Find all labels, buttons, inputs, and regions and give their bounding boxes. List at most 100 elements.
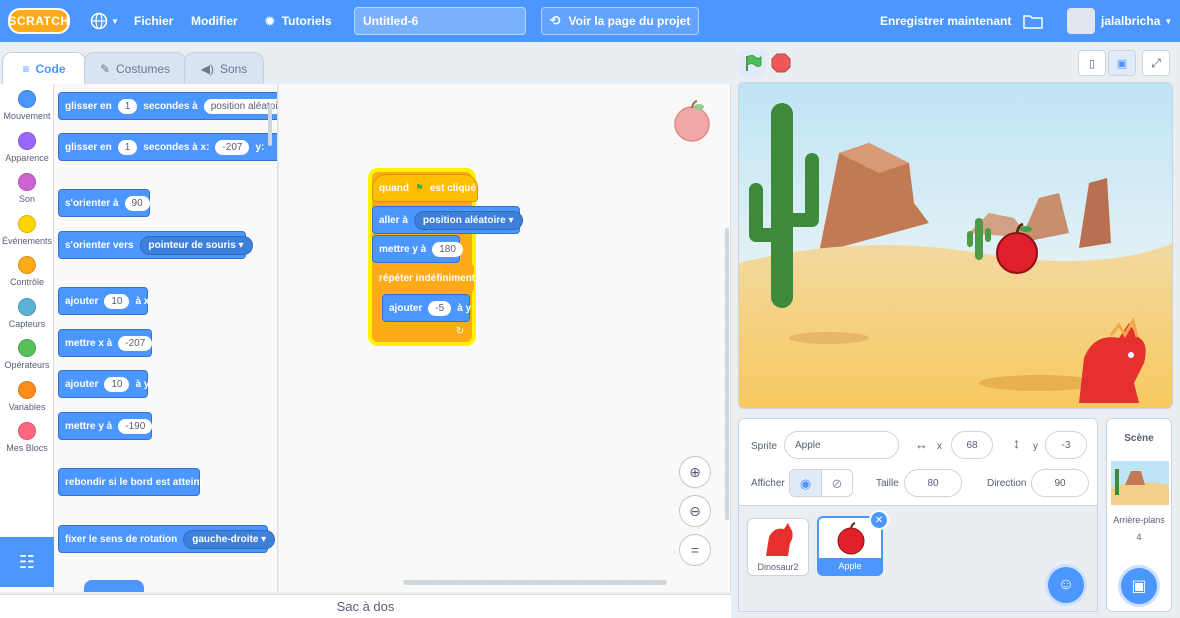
trash-icon: ✕ [874, 514, 884, 526]
block-input[interactable]: 10 [104, 293, 130, 309]
category-7[interactable]: Variables [0, 380, 54, 412]
tab-costumes[interactable]: ✎ Costumes [84, 52, 186, 84]
sprite-apple-icon [674, 100, 710, 142]
block-text: glisser en [65, 141, 112, 153]
category-6[interactable]: Opérateurs [0, 339, 54, 370]
zoom-reset-button[interactable]: = [679, 534, 711, 566]
block-input[interactable]: -207 [215, 139, 250, 155]
avatar[interactable] [1067, 8, 1095, 34]
category-5[interactable]: Capteurs [0, 297, 54, 329]
workspace-h-scrollbar[interactable] [403, 580, 667, 585]
scratch-logo[interactable]: SCRATCH [8, 8, 70, 34]
direction-input[interactable]: 90 [1031, 469, 1089, 497]
block-input[interactable]: 180 [432, 241, 463, 257]
block-dropdown[interactable]: position aléatoire [203, 98, 277, 114]
block-input[interactable]: 1 [117, 139, 138, 155]
workspace-v-scrollbar[interactable] [725, 228, 729, 520]
block-input[interactable]: -190 [118, 418, 153, 434]
scene-panel[interactable]: Scène Arrière-plans 4 ▣ [1106, 418, 1172, 612]
block-text: aller à [379, 214, 408, 226]
folder-icon [1023, 15, 1043, 29]
sprite-name-input[interactable]: Apple [784, 431, 899, 459]
y-input[interactable]: -3 [1045, 431, 1087, 459]
block-input[interactable]: 10 [104, 376, 130, 392]
stop-button[interactable] [770, 52, 792, 74]
block-set-x[interactable]: mettre x à -207 [58, 329, 153, 357]
fullscreen-button[interactable]: ⤢ [1142, 50, 1170, 76]
block-text: rebondir si le bord est atteint [65, 476, 203, 488]
file-menu[interactable]: Fichier [134, 0, 173, 42]
category-label: Opérateurs [4, 360, 50, 370]
block-rotation-style[interactable]: fixer le sens de rotation gauche-droite … [58, 525, 276, 553]
block-dropdown[interactable]: pointeur de souris ▾ [139, 235, 253, 255]
add-sprite-button[interactable]: ☺ [1045, 564, 1087, 606]
zoom-out-button[interactable]: ⊖ [679, 495, 711, 527]
tab-code[interactable]: ≡ Code [2, 52, 86, 84]
scene-title: Scène [1124, 433, 1154, 444]
large-stage-button[interactable]: ▣ [1108, 50, 1136, 76]
stage[interactable] [738, 82, 1173, 409]
block-when-flag-clicked[interactable]: quand ⚑ est cliqué [372, 174, 478, 202]
zoom-in-button[interactable]: ⊕ [679, 456, 711, 488]
palette-scrollbar[interactable] [268, 104, 272, 146]
category-dot-icon [18, 297, 36, 316]
hide-sprite-button[interactable]: ⊘ [820, 470, 852, 496]
block-input[interactable]: 1 [117, 98, 138, 114]
y-arrows-icon: ↕ [1013, 435, 1020, 451]
category-0[interactable]: Mouvement [0, 90, 54, 121]
category-8[interactable]: Mes Blocs [0, 422, 54, 453]
category-2[interactable]: Son [0, 173, 54, 204]
category-label: Événements [1, 235, 53, 246]
tutorials-menu[interactable]: ✹ Tutoriels [264, 0, 332, 42]
block-point-direction[interactable]: s'orienter à 90 [58, 189, 150, 217]
block-bounce[interactable]: rebondir si le bord est atteint [58, 468, 203, 496]
sprite-thumb-apple[interactable]: Apple ✕ [817, 510, 889, 576]
edit-menu[interactable]: Modifier [191, 0, 238, 42]
my-stuff-button[interactable] [1023, 0, 1043, 42]
block-change-y[interactable]: ajouter 10 à y [58, 370, 149, 398]
size-input[interactable]: 80 [904, 469, 962, 497]
show-sprite-button[interactable]: ◉ [790, 470, 821, 496]
category-label: Capteurs [8, 318, 46, 329]
block-glide-random[interactable]: glisser en 1 secondes à position aléatoi… [58, 92, 277, 120]
script-stack[interactable]: quand ⚑ est cliqué aller à position aléa… [368, 168, 523, 346]
add-extension-button[interactable]: ☷ [0, 537, 54, 587]
block-dropdown[interactable]: gauche-droite ▾ [183, 529, 276, 549]
language-menu[interactable]: ▼ [90, 0, 119, 42]
see-project-page-button[interactable]: ⟲ Voir la page du projet [541, 7, 699, 35]
sprite-info-panel: Sprite Apple ↔ x 68 ↕ y -3 Afficher ◉ ⊘ … [738, 418, 1098, 506]
tab-sounds[interactable]: ◀) Sons [184, 52, 264, 84]
block-palette: glisser en 1 secondes à position aléatoi… [54, 84, 278, 592]
see-project-page-label: Voir la page du projet [568, 14, 691, 28]
category-1[interactable]: Apparence [0, 131, 54, 163]
block-dropdown[interactable]: position aléatoire ▾ [413, 210, 523, 230]
block-point-towards[interactable]: s'orienter vers pointeur de souris ▾ [58, 231, 253, 259]
large-stage-icon: ▣ [1116, 57, 1128, 70]
save-now-button[interactable]: Enregistrer maintenant [880, 0, 1011, 42]
block-set-y-180[interactable]: mettre y à 180 [372, 235, 463, 263]
category-4[interactable]: Contrôle [0, 256, 54, 287]
delete-sprite-button[interactable]: ✕ [869, 510, 889, 530]
project-title-input[interactable] [354, 7, 526, 35]
zoom-reset-icon: = [690, 542, 700, 558]
block-change-y-neg5[interactable]: ajouter -5 à y [382, 294, 471, 322]
block-glide-xy[interactable]: glisser en 1 secondes à x: -207 y: [58, 133, 277, 161]
backpack[interactable]: Sac à dos [0, 594, 731, 618]
block-change-x[interactable]: ajouter 10 à x [58, 287, 149, 315]
block-forever[interactable]: répéter indéfiniment [372, 264, 475, 292]
x-input[interactable]: 68 [951, 431, 993, 459]
category-dot-icon [18, 131, 36, 150]
green-flag-button[interactable] [740, 50, 766, 76]
small-stage-button[interactable]: ▯ [1078, 50, 1106, 76]
add-backdrop-button[interactable]: ▣ [1118, 565, 1160, 607]
category-dot-icon [18, 214, 36, 233]
block-set-y[interactable]: mettre y à -190 [58, 412, 153, 440]
block-input[interactable]: -5 [428, 300, 452, 316]
sprite-thumb-dinosaur2[interactable]: Dinosaur2 [747, 518, 809, 576]
account-menu[interactable]: jalalbricha ▼ [1101, 0, 1172, 42]
block-text: ajouter [65, 295, 99, 307]
block-input[interactable]: -207 [118, 335, 153, 351]
block-input[interactable]: 90 [124, 195, 150, 211]
category-3[interactable]: Événements [0, 214, 54, 246]
block-goto-random[interactable]: aller à position aléatoire ▾ [372, 206, 523, 234]
